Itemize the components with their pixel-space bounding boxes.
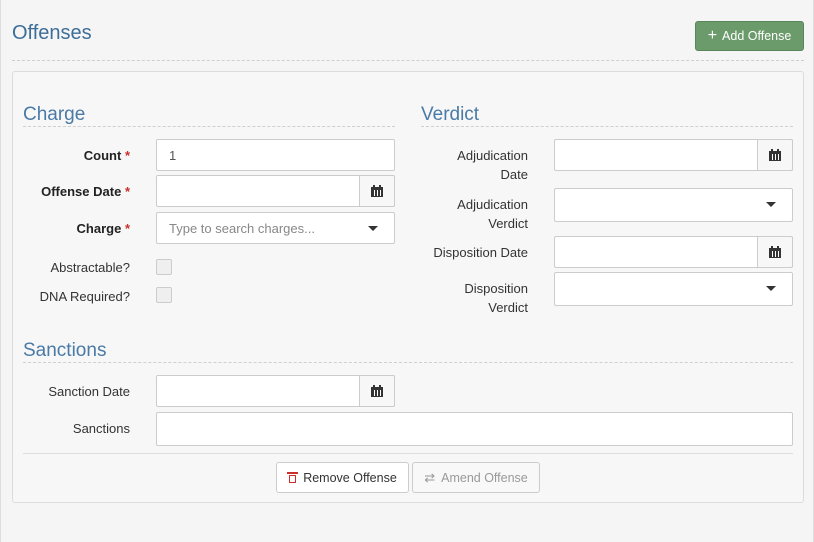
charge-section-title: Charge: [23, 104, 86, 125]
sanctions-divider: [23, 362, 793, 363]
verdict-divider: [421, 126, 793, 127]
required-marker: *: [124, 148, 130, 163]
amend-offense-button[interactable]: ⇄ Amend Offense: [412, 462, 540, 493]
title-divider: [12, 60, 804, 61]
charge-placeholder: Type to search charges...: [169, 220, 315, 236]
disposition-verdict-select[interactable]: [554, 272, 793, 306]
dna-required-checkbox[interactable]: [156, 287, 172, 303]
sanctions-section-title: Sanctions: [23, 340, 107, 361]
count-label: Count *: [83, 148, 130, 163]
sanction-date-input[interactable]: [156, 375, 395, 407]
abstractable-label: Abstractable?: [50, 260, 131, 275]
trash-icon: [287, 472, 299, 483]
caret-down-icon: [766, 202, 776, 207]
amend-offense-label: Amend Offense: [441, 470, 528, 485]
verdict-section-title: Verdict: [421, 104, 480, 125]
footer-divider: [23, 453, 793, 454]
calendar-icon: [371, 184, 383, 197]
sanctions-label: Sanctions: [72, 421, 130, 436]
offenses-frame: Offenses + Add Offense Charge Count * 1 …: [0, 0, 814, 542]
calendar-icon: [769, 245, 781, 258]
offense-date-input[interactable]: [156, 175, 395, 207]
dna-required-label: DNA Required?: [39, 289, 130, 304]
offense-date-label: Offense Date *: [41, 184, 130, 199]
remove-offense-label: Remove Offense: [303, 470, 397, 485]
offense-panel: Charge Count * 1 Offense Date * Charge *…: [12, 71, 804, 503]
disposition-date-calendar-button[interactable]: [757, 236, 793, 268]
adjudication-date-label: Adjudication Date: [457, 148, 528, 182]
exchange-icon: ⇄: [424, 469, 436, 485]
required-marker: *: [124, 184, 130, 199]
caret-down-icon: [766, 286, 776, 291]
sanction-date-calendar-button[interactable]: [359, 375, 395, 407]
disposition-verdict-label: Disposition Verdict: [464, 281, 528, 315]
calendar-icon: [769, 148, 781, 161]
charge-label: Charge *: [76, 221, 130, 236]
count-input[interactable]: 1: [156, 139, 395, 171]
offense-date-calendar-button[interactable]: [359, 175, 395, 207]
adjudication-verdict-select[interactable]: [554, 188, 793, 222]
adjudication-date-calendar-button[interactable]: [757, 139, 793, 171]
charge-search-select[interactable]: Type to search charges...: [156, 212, 395, 244]
adjudication-verdict-label: Adjudication Verdict: [457, 197, 528, 231]
sanction-date-label: Sanction Date: [48, 384, 130, 399]
adjudication-date-input[interactable]: [554, 139, 793, 171]
disposition-date-input[interactable]: [554, 236, 793, 268]
add-offense-label: Add Offense: [722, 29, 792, 43]
remove-offense-button[interactable]: Remove Offense: [276, 462, 409, 493]
charge-divider: [23, 126, 395, 127]
disposition-date-label: Disposition Date: [433, 245, 528, 260]
page-title: Offenses: [12, 22, 92, 44]
required-marker: *: [124, 221, 130, 236]
abstractable-checkbox[interactable]: [156, 259, 172, 275]
calendar-icon: [371, 384, 383, 397]
caret-down-icon: [368, 226, 378, 231]
sanctions-input[interactable]: [156, 412, 793, 446]
plus-icon: +: [707, 27, 718, 44]
add-offense-button[interactable]: + Add Offense: [695, 21, 804, 51]
